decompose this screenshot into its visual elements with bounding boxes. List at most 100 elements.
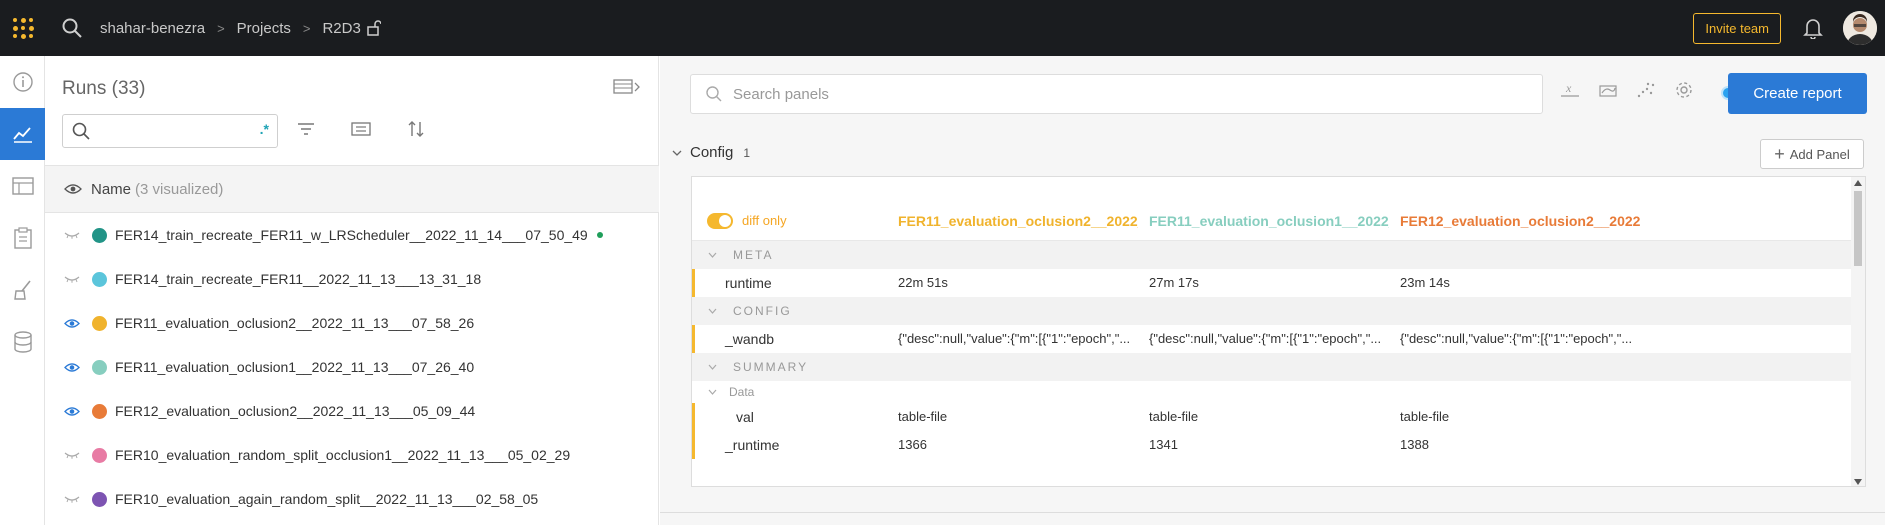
runs-title: Runs (33) <box>62 78 146 99</box>
run-row[interactable]: FER11_evaluation_oclusion2__2022_11_13__… <box>45 301 659 345</box>
eye-icon[interactable] <box>62 318 82 329</box>
run-name[interactable]: FER14_train_recreate_FER11_w_LRScheduler… <box>115 227 588 243</box>
run-color-swatch[interactable] <box>92 315 107 331</box>
run-name[interactable]: FER10_evaluation_random_split_occlusion1… <box>115 447 570 463</box>
search-icon <box>72 122 90 140</box>
run-name[interactable]: FER11_evaluation_oclusion2__2022_11_13__… <box>115 315 474 331</box>
name-column-label: Name <box>91 180 132 198</box>
run-color-swatch[interactable] <box>92 403 107 419</box>
run-row[interactable]: FER11_evaluation_oclusion1__2022_11_13__… <box>45 345 659 389</box>
eye-closed-icon[interactable] <box>62 275 82 283</box>
run-row[interactable]: FER14_train_recreate_FER11_w_LRScheduler… <box>45 213 659 257</box>
rail-item-sweeps[interactable] <box>0 264 45 316</box>
config-subsection-header[interactable]: CONFIG <box>692 297 1852 325</box>
run-color-swatch[interactable] <box>92 491 107 507</box>
breadcrumb-entity[interactable]: shahar-benezra <box>100 20 205 37</box>
scroll-down-icon[interactable] <box>1854 479 1862 485</box>
run-color-swatch[interactable] <box>92 227 107 243</box>
sort-icon[interactable] <box>408 120 424 138</box>
chevron-right-icon: > <box>302 20 311 36</box>
diff-only-toggle[interactable] <box>707 212 733 229</box>
expand-runs-table-icon[interactable] <box>613 78 641 96</box>
avatar[interactable] <box>1843 11 1877 45</box>
rail-item-charts[interactable] <box>0 108 45 160</box>
runs-search-input[interactable]: .* <box>62 114 278 148</box>
filter-icon[interactable] <box>297 122 315 136</box>
column-header[interactable]: FER11_evaluation_oclusion1__2022_1... <box>1149 213 1389 229</box>
search-icon <box>706 86 722 102</box>
meta-section-header[interactable]: META <box>692 241 1852 269</box>
run-color-swatch[interactable] <box>92 447 107 463</box>
table-icon <box>11 177 34 195</box>
panel-scrollbar[interactable] <box>1851 177 1865 486</box>
add-panel-label: Add Panel <box>1789 146 1850 162</box>
eye-icon[interactable] <box>62 362 82 373</box>
bell-icon[interactable] <box>1803 17 1823 39</box>
artifacts-icon <box>13 331 32 353</box>
smoothing-icon[interactable] <box>1598 81 1618 99</box>
run-name[interactable]: FER14_train_recreate_FER11__2022_11_13__… <box>115 271 481 287</box>
invite-team-button[interactable]: Invite team <box>1693 12 1781 44</box>
eye-icon[interactable] <box>62 406 82 417</box>
run-name[interactable]: FER12_evaluation_oclusion2__2022_11_13__… <box>115 403 475 419</box>
scroll-up-icon[interactable] <box>1854 180 1862 186</box>
run-row[interactable]: FER14_train_recreate_FER11__2022_11_13__… <box>45 257 659 301</box>
rail-item-overview[interactable] <box>0 56 45 108</box>
panel-search-input[interactable]: Search panels <box>690 74 1543 114</box>
rail-item-artifacts[interactable] <box>0 316 45 368</box>
run-row[interactable]: FER10_evaluation_random_split_occlusion1… <box>45 433 659 477</box>
run-color-swatch[interactable] <box>92 271 107 287</box>
regex-toggle[interactable]: .* <box>260 121 269 137</box>
x-axis-icon[interactable]: x <box>1560 81 1580 99</box>
diff-marker <box>692 269 695 297</box>
running-status-dot <box>596 232 603 238</box>
eye-icon[interactable] <box>64 183 82 195</box>
cell-value: 27m 17s <box>1149 275 1199 290</box>
summary-section-header[interactable]: SUMMARY <box>692 353 1852 381</box>
row-key: runtime <box>725 275 772 291</box>
eye-closed-icon[interactable] <box>62 231 82 239</box>
cell-value: table-file <box>1400 409 1450 424</box>
eye-closed-icon[interactable] <box>62 451 82 459</box>
table-row: _wandb {"desc":null,"value":{"m":[{"1":"… <box>692 325 1852 353</box>
data-subsection-header[interactable]: Data <box>692 381 1852 403</box>
subsection-label: Data <box>729 385 755 399</box>
cell-value: {"desc":null,"value":{"m":[{"1":"epoch",… <box>1400 331 1633 346</box>
breadcrumb-project[interactable]: R2D3 <box>322 20 360 37</box>
search-placeholder: Search panels <box>733 85 829 103</box>
breadcrumb-projects[interactable]: Projects <box>237 20 291 37</box>
row-key: _runtime <box>725 437 780 453</box>
diff-marker <box>692 403 695 431</box>
diff-marker <box>692 431 695 459</box>
cell-value: {"desc":null,"value":{"m":[{"1":"epoch",… <box>898 331 1131 346</box>
run-color-swatch[interactable] <box>92 359 107 375</box>
wandb-logo-icon[interactable] <box>6 17 40 39</box>
eye-closed-icon[interactable] <box>62 495 82 503</box>
runs-panel: Runs (33) .* Name (3 visualized) FER14_t… <box>45 56 659 525</box>
create-report-button[interactable]: Create report <box>1728 73 1867 114</box>
breadcrumb: shahar-benezra > Projects > R2D3 <box>100 20 381 37</box>
run-row[interactable]: FER12_evaluation_oclusion2__2022_11_13__… <box>45 389 659 433</box>
rail-item-table[interactable] <box>0 160 45 212</box>
workspace-main: Search panels x Create report Config 1 + <box>660 56 1885 525</box>
run-name[interactable]: FER10_evaluation_again_random_split__202… <box>115 491 538 507</box>
section-panel-count: 1 <box>743 145 751 160</box>
run-row[interactable]: FER10_evaluation_again_random_split__202… <box>45 477 659 521</box>
gear-icon[interactable] <box>1674 80 1694 100</box>
column-header[interactable]: FER12_evaluation_oclusion2__2022_1... <box>1400 213 1640 229</box>
chevron-down-icon[interactable] <box>672 149 682 157</box>
row-key: val <box>736 409 754 425</box>
unlock-icon[interactable] <box>367 20 381 36</box>
search-icon[interactable] <box>60 16 84 40</box>
cell-value: table-file <box>1149 409 1199 424</box>
column-header[interactable]: FER11_evaluation_oclusion2__2022_1... <box>898 213 1138 229</box>
scroll-thumb[interactable] <box>1854 191 1862 266</box>
info-icon <box>12 72 33 92</box>
add-panel-button[interactable]: + Add Panel <box>1760 139 1864 169</box>
rail-item-reports[interactable] <box>0 212 45 264</box>
config-section-header[interactable]: Config 1 <box>672 144 750 161</box>
run-name[interactable]: FER11_evaluation_oclusion1__2022_11_13__… <box>115 359 474 375</box>
group-icon[interactable] <box>351 122 371 136</box>
runs-name-header[interactable]: Name (3 visualized) <box>45 165 659 213</box>
outliers-icon[interactable] <box>1636 81 1656 99</box>
